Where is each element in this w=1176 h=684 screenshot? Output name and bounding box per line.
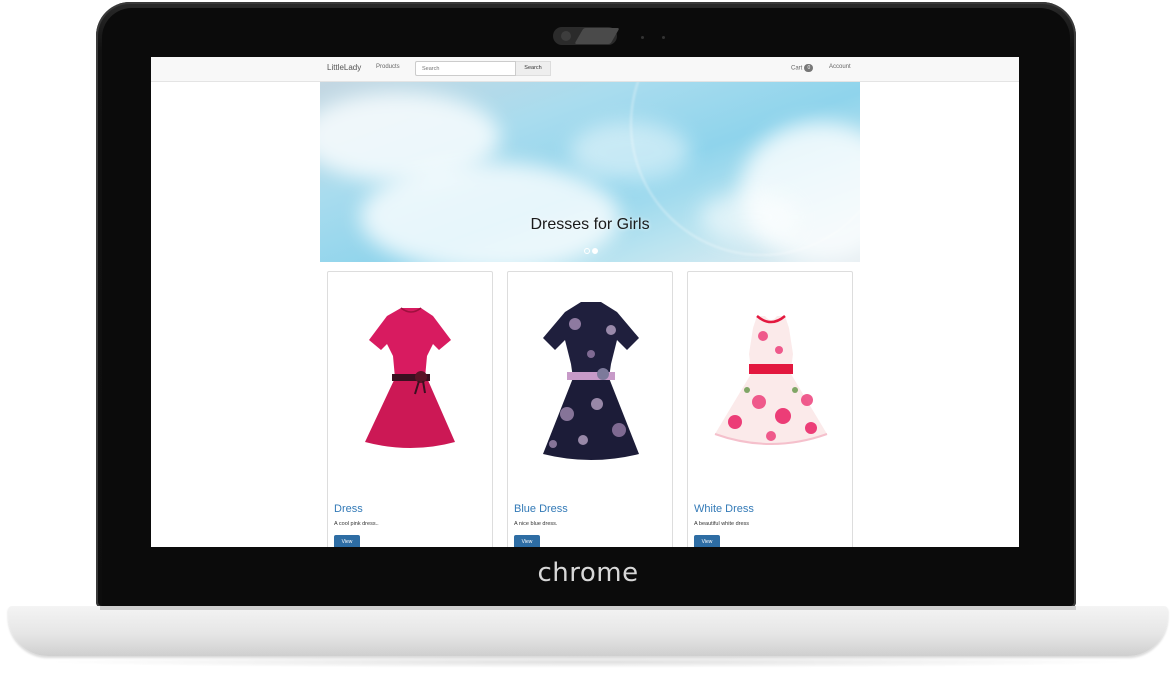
laptop-base — [8, 606, 1168, 656]
white-floral-dress-image — [714, 315, 828, 445]
brand-link[interactable]: LittleLady — [327, 63, 361, 72]
laptop-shadow — [40, 656, 1136, 668]
cart-link[interactable]: Cart 0 — [791, 64, 814, 72]
product-description: A cool pink dress.. — [334, 521, 379, 527]
hero-caption: Dresses for Girls — [530, 216, 650, 233]
view-button[interactable]: View — [334, 535, 360, 547]
blue-floral-dress-image — [543, 302, 639, 460]
browser-viewport: LittleLady Products Search Cart0 Account… — [151, 57, 1019, 547]
hero-carousel[interactable]: Dresses for Girls — [320, 82, 860, 262]
carousel-dot[interactable] — [584, 248, 590, 254]
product-description: A nice blue dress. — [514, 521, 558, 527]
search-input[interactable] — [415, 61, 516, 76]
webcam-icon — [553, 27, 617, 45]
navbar: LittleLady Products Search Cart0 Account — [151, 57, 1019, 82]
sensor-dot — [641, 36, 644, 39]
view-button[interactable]: View — [694, 535, 720, 547]
account-link[interactable]: Account — [829, 64, 851, 70]
product-card: Dress A cool pink dress.. View — [327, 271, 493, 547]
sensor-dot — [662, 36, 665, 39]
cart-count-badge: 0 — [804, 64, 814, 72]
product-title[interactable]: White Dress — [694, 503, 754, 515]
product-title[interactable]: Dress — [334, 503, 363, 515]
carousel-dot-active[interactable] — [592, 248, 598, 254]
cloud — [360, 162, 620, 262]
carousel-indicators — [584, 241, 600, 259]
cart-label: Cart — [791, 65, 803, 72]
laptop-brand-label: chrome — [537, 558, 639, 588]
product-description: A beautiful white dress — [694, 521, 750, 527]
view-button[interactable]: View — [514, 535, 540, 547]
product-card: White Dress A beautiful white dress View — [687, 271, 853, 547]
nav-products-link[interactable]: Products — [376, 64, 400, 70]
laptop-hinge — [100, 606, 1076, 610]
pink-dress-image — [365, 307, 455, 448]
product-title[interactable]: Blue Dress — [514, 503, 568, 515]
search-button[interactable]: Search — [516, 61, 551, 76]
product-card: Blue Dress A nice blue dress. View — [507, 271, 673, 547]
